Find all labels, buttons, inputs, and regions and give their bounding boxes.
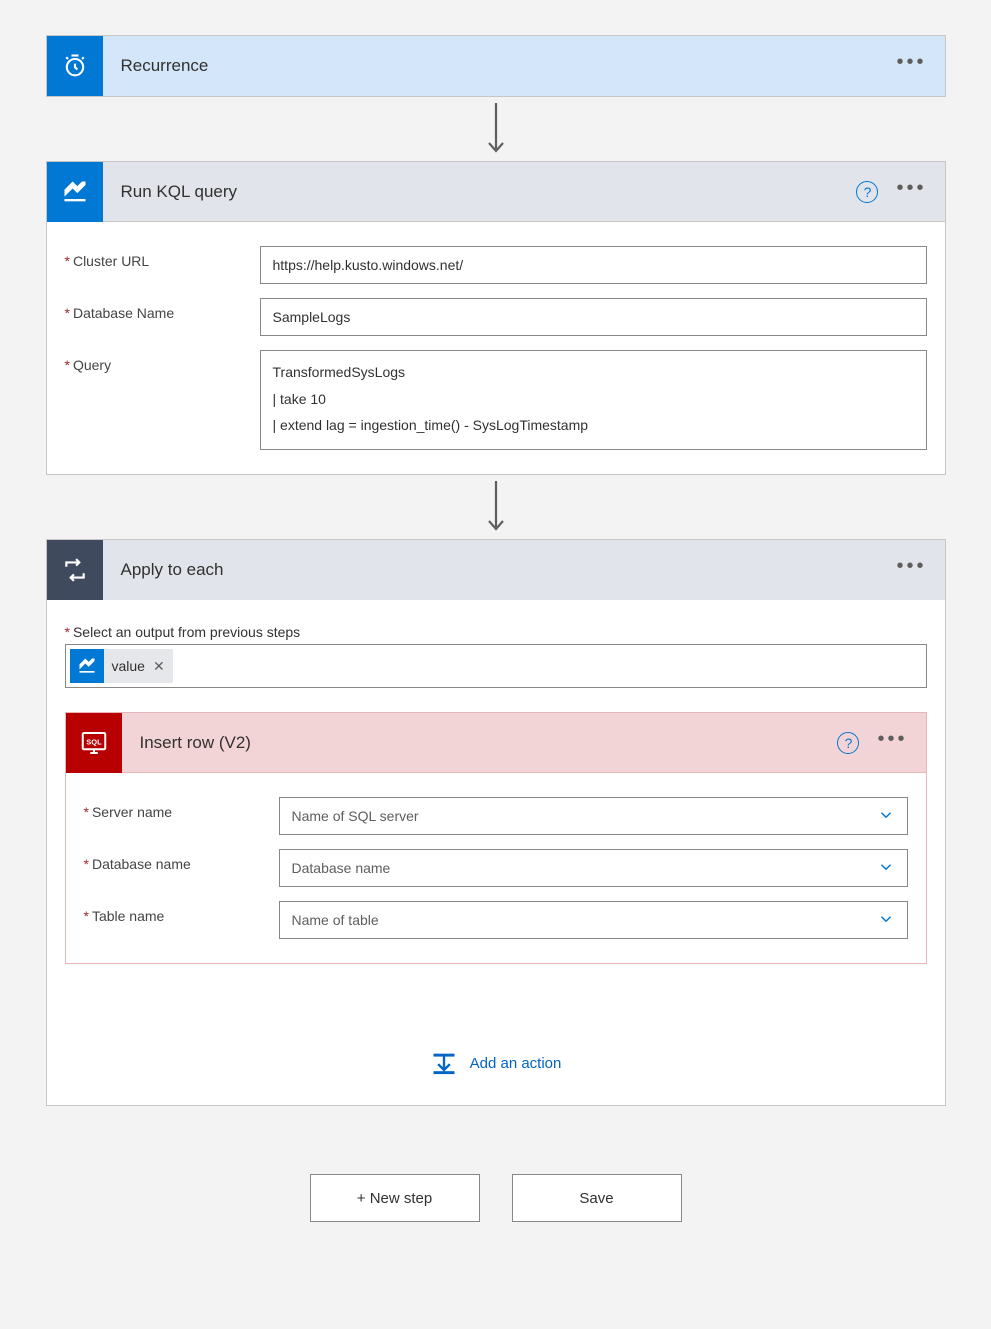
loop-icon	[47, 540, 103, 600]
run-kql-header[interactable]: Run KQL query ? •••	[47, 162, 945, 222]
table-name-row: *Table name Name of table	[84, 901, 908, 939]
save-button[interactable]: Save	[512, 1174, 682, 1222]
chevron-down-icon	[877, 910, 895, 931]
token-label: value	[112, 658, 145, 674]
step-run-kql: Run KQL query ? ••• *Cluster URL *Databa…	[46, 161, 946, 475]
add-action-icon	[430, 1049, 458, 1077]
query-input[interactable]: TransformedSysLogs | take 10 | extend la…	[260, 350, 927, 450]
query-label: *Query	[65, 350, 260, 373]
chevron-down-icon	[877, 858, 895, 879]
token-remove-icon[interactable]: ✕	[153, 658, 165, 675]
run-kql-title: Run KQL query	[103, 182, 857, 202]
help-icon[interactable]: ?	[837, 732, 859, 754]
recurrence-menu-icon[interactable]: •••	[896, 52, 926, 80]
db-name-select[interactable]: Database name	[279, 849, 908, 887]
connector-arrow-1	[46, 97, 946, 161]
database-name-row: *Database name Database name	[84, 849, 908, 887]
database-name-label: *Database Name	[65, 298, 260, 321]
sql-icon: SQL	[66, 713, 122, 773]
help-icon[interactable]: ?	[856, 181, 878, 203]
step-recurrence: Recurrence •••	[46, 35, 946, 97]
step-apply-to-each: Apply to each ••• *Select an output from…	[46, 539, 946, 1106]
clock-icon	[47, 36, 103, 96]
footer-buttons: + New step Save	[46, 1174, 946, 1222]
query-row: *Query TransformedSysLogs | take 10 | ex…	[65, 350, 927, 450]
table-name-select[interactable]: Name of table	[279, 901, 908, 939]
insert-row-body: *Server name Name of SQL server *Databas…	[66, 773, 926, 963]
insert-row-title: Insert row (V2)	[122, 733, 838, 753]
apply-header[interactable]: Apply to each •••	[47, 540, 945, 600]
cluster-url-label: *Cluster URL	[65, 246, 260, 269]
run-kql-body: *Cluster URL *Database Name *Query Trans…	[47, 222, 945, 474]
insert-row-menu-icon[interactable]: •••	[877, 729, 907, 757]
apply-menu-icon[interactable]: •••	[896, 556, 926, 584]
chevron-down-icon	[877, 806, 895, 827]
step-insert-row: SQL Insert row (V2) ? ••• *Server name N…	[65, 712, 927, 964]
recurrence-title: Recurrence	[103, 56, 897, 76]
recurrence-header[interactable]: Recurrence •••	[47, 36, 945, 96]
run-kql-menu-icon[interactable]: •••	[896, 178, 926, 206]
database-name-row: *Database Name	[65, 298, 927, 336]
cluster-url-input[interactable]	[260, 246, 927, 284]
kusto-icon	[70, 649, 104, 683]
cluster-url-row: *Cluster URL	[65, 246, 927, 284]
connector-arrow-2	[46, 475, 946, 539]
apply-title: Apply to each	[103, 560, 897, 580]
select-output-label: *Select an output from previous steps	[65, 624, 927, 640]
select-output-input[interactable]: value ✕	[65, 644, 927, 688]
svg-text:SQL: SQL	[86, 737, 102, 746]
insert-row-header[interactable]: SQL Insert row (V2) ? •••	[66, 713, 926, 773]
database-name-input[interactable]	[260, 298, 927, 336]
add-action-button[interactable]: Add an action	[65, 1049, 927, 1077]
table-name-label: *Table name	[84, 901, 279, 924]
db-name-label: *Database name	[84, 849, 279, 872]
server-name-select[interactable]: Name of SQL server	[279, 797, 908, 835]
server-name-row: *Server name Name of SQL server	[84, 797, 908, 835]
value-token[interactable]: value ✕	[70, 649, 173, 683]
kusto-icon	[47, 162, 103, 222]
server-name-label: *Server name	[84, 797, 279, 820]
apply-body: *Select an output from previous steps va…	[47, 624, 945, 1105]
new-step-button[interactable]: + New step	[310, 1174, 480, 1222]
